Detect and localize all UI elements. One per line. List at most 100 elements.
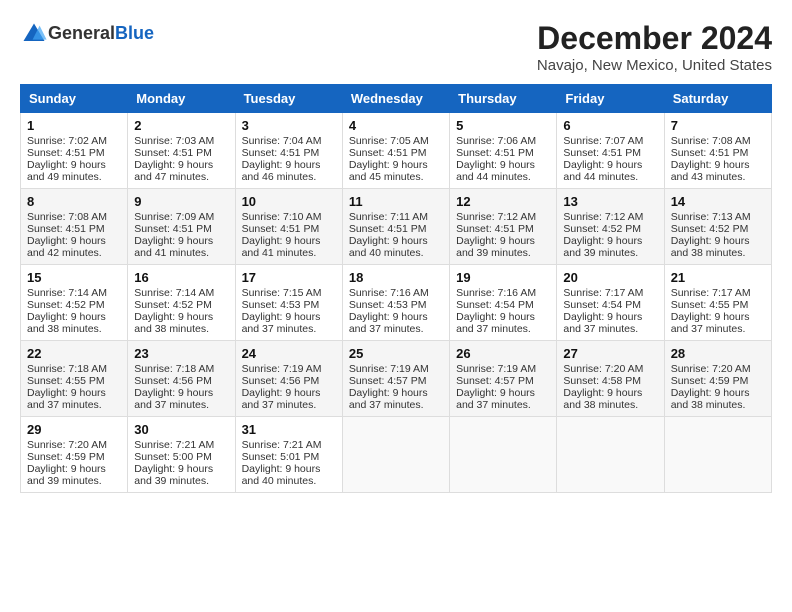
calendar-cell: 27 Sunrise: 7:20 AM Sunset: 4:58 PM Dayl… (557, 341, 664, 417)
day-number: 13 (563, 194, 657, 209)
sunset-label: Sunset: 4:52 PM (563, 223, 641, 235)
daylight-label: Daylight: 9 hours and 41 minutes. (242, 235, 321, 259)
sunset-label: Sunset: 4:52 PM (134, 299, 212, 311)
daylight-label: Daylight: 9 hours and 37 minutes. (27, 387, 106, 411)
calendar-cell: 1 Sunrise: 7:02 AM Sunset: 4:51 PM Dayli… (21, 113, 128, 189)
daylight-label: Daylight: 9 hours and 38 minutes. (27, 311, 106, 335)
daylight-label: Daylight: 9 hours and 43 minutes. (671, 159, 750, 183)
calendar-cell: 5 Sunrise: 7:06 AM Sunset: 4:51 PM Dayli… (450, 113, 557, 189)
calendar-cell: 10 Sunrise: 7:10 AM Sunset: 4:51 PM Dayl… (235, 189, 342, 265)
calendar-week-4: 22 Sunrise: 7:18 AM Sunset: 4:55 PM Dayl… (21, 341, 772, 417)
sunset-label: Sunset: 4:51 PM (242, 147, 320, 159)
sunset-label: Sunset: 4:53 PM (349, 299, 427, 311)
calendar-cell: 22 Sunrise: 7:18 AM Sunset: 4:55 PM Dayl… (21, 341, 128, 417)
sunset-label: Sunset: 4:59 PM (671, 375, 749, 387)
sunrise-label: Sunrise: 7:19 AM (456, 363, 536, 375)
sunrise-label: Sunrise: 7:11 AM (349, 211, 428, 223)
daylight-label: Daylight: 9 hours and 39 minutes. (563, 235, 642, 259)
sunrise-label: Sunrise: 7:04 AM (242, 135, 322, 147)
sunrise-label: Sunrise: 7:18 AM (27, 363, 107, 375)
day-number: 4 (349, 118, 443, 133)
day-number: 5 (456, 118, 550, 133)
sunset-label: Sunset: 4:58 PM (563, 375, 641, 387)
header-tuesday: Tuesday (235, 85, 342, 113)
calendar-cell: 2 Sunrise: 7:03 AM Sunset: 4:51 PM Dayli… (128, 113, 235, 189)
day-number: 22 (27, 346, 121, 361)
day-number: 17 (242, 270, 336, 285)
sunset-label: Sunset: 4:51 PM (671, 147, 749, 159)
sunset-label: Sunset: 4:51 PM (563, 147, 641, 159)
calendar-cell: 9 Sunrise: 7:09 AM Sunset: 4:51 PM Dayli… (128, 189, 235, 265)
day-number: 8 (27, 194, 121, 209)
sunset-label: Sunset: 4:55 PM (671, 299, 749, 311)
sunset-label: Sunset: 4:51 PM (456, 223, 534, 235)
calendar-cell (557, 417, 664, 493)
sunrise-label: Sunrise: 7:14 AM (27, 287, 107, 299)
day-number: 14 (671, 194, 765, 209)
calendar-cell: 12 Sunrise: 7:12 AM Sunset: 4:51 PM Dayl… (450, 189, 557, 265)
sunset-label: Sunset: 4:52 PM (27, 299, 105, 311)
header-friday: Friday (557, 85, 664, 113)
sunrise-label: Sunrise: 7:13 AM (671, 211, 751, 223)
day-number: 3 (242, 118, 336, 133)
day-number: 9 (134, 194, 228, 209)
sunset-label: Sunset: 4:54 PM (456, 299, 534, 311)
daylight-label: Daylight: 9 hours and 49 minutes. (27, 159, 106, 183)
sunrise-label: Sunrise: 7:16 AM (456, 287, 536, 299)
sunrise-label: Sunrise: 7:02 AM (27, 135, 107, 147)
day-number: 27 (563, 346, 657, 361)
day-number: 6 (563, 118, 657, 133)
daylight-label: Daylight: 9 hours and 45 minutes. (349, 159, 428, 183)
daylight-label: Daylight: 9 hours and 37 minutes. (134, 387, 213, 411)
daylight-label: Daylight: 9 hours and 42 minutes. (27, 235, 106, 259)
calendar-cell: 19 Sunrise: 7:16 AM Sunset: 4:54 PM Dayl… (450, 265, 557, 341)
logo-blue-text: Blue (115, 23, 154, 43)
day-number: 16 (134, 270, 228, 285)
calendar-week-5: 29 Sunrise: 7:20 AM Sunset: 4:59 PM Dayl… (21, 417, 772, 493)
calendar-cell: 3 Sunrise: 7:04 AM Sunset: 4:51 PM Dayli… (235, 113, 342, 189)
day-number: 11 (349, 194, 443, 209)
calendar-cell: 8 Sunrise: 7:08 AM Sunset: 4:51 PM Dayli… (21, 189, 128, 265)
calendar-cell: 16 Sunrise: 7:14 AM Sunset: 4:52 PM Dayl… (128, 265, 235, 341)
sunrise-label: Sunrise: 7:20 AM (27, 439, 107, 451)
sunrise-label: Sunrise: 7:21 AM (134, 439, 214, 451)
day-number: 26 (456, 346, 550, 361)
header-monday: Monday (128, 85, 235, 113)
calendar-header-row: Sunday Monday Tuesday Wednesday Thursday… (21, 85, 772, 113)
day-number: 31 (242, 422, 336, 437)
daylight-label: Daylight: 9 hours and 38 minutes. (671, 235, 750, 259)
sunrise-label: Sunrise: 7:12 AM (563, 211, 643, 223)
calendar-cell: 24 Sunrise: 7:19 AM Sunset: 4:56 PM Dayl… (235, 341, 342, 417)
header: GeneralBlue December 2024 Navajo, New Me… (20, 20, 772, 74)
sunrise-label: Sunrise: 7:18 AM (134, 363, 214, 375)
daylight-label: Daylight: 9 hours and 37 minutes. (563, 311, 642, 335)
calendar-cell: 31 Sunrise: 7:21 AM Sunset: 5:01 PM Dayl… (235, 417, 342, 493)
sunset-label: Sunset: 4:56 PM (134, 375, 212, 387)
sunrise-label: Sunrise: 7:07 AM (563, 135, 643, 147)
sunrise-label: Sunrise: 7:12 AM (456, 211, 536, 223)
sunrise-label: Sunrise: 7:17 AM (671, 287, 751, 299)
sunrise-label: Sunrise: 7:08 AM (27, 211, 107, 223)
sunset-label: Sunset: 4:51 PM (456, 147, 534, 159)
calendar-cell: 17 Sunrise: 7:15 AM Sunset: 4:53 PM Dayl… (235, 265, 342, 341)
calendar-cell: 7 Sunrise: 7:08 AM Sunset: 4:51 PM Dayli… (664, 113, 771, 189)
calendar-week-3: 15 Sunrise: 7:14 AM Sunset: 4:52 PM Dayl… (21, 265, 772, 341)
header-wednesday: Wednesday (342, 85, 449, 113)
calendar-cell: 20 Sunrise: 7:17 AM Sunset: 4:54 PM Dayl… (557, 265, 664, 341)
daylight-label: Daylight: 9 hours and 39 minutes. (134, 463, 213, 487)
day-number: 12 (456, 194, 550, 209)
calendar-cell (342, 417, 449, 493)
sunrise-label: Sunrise: 7:15 AM (242, 287, 322, 299)
daylight-label: Daylight: 9 hours and 37 minutes. (349, 311, 428, 335)
daylight-label: Daylight: 9 hours and 44 minutes. (456, 159, 535, 183)
calendar-cell: 15 Sunrise: 7:14 AM Sunset: 4:52 PM Dayl… (21, 265, 128, 341)
daylight-label: Daylight: 9 hours and 44 minutes. (563, 159, 642, 183)
calendar-cell (450, 417, 557, 493)
day-number: 30 (134, 422, 228, 437)
calendar-week-2: 8 Sunrise: 7:08 AM Sunset: 4:51 PM Dayli… (21, 189, 772, 265)
sunset-label: Sunset: 4:51 PM (27, 147, 105, 159)
calendar-cell (664, 417, 771, 493)
daylight-label: Daylight: 9 hours and 37 minutes. (456, 311, 535, 335)
sunset-label: Sunset: 4:54 PM (563, 299, 641, 311)
daylight-label: Daylight: 9 hours and 39 minutes. (456, 235, 535, 259)
